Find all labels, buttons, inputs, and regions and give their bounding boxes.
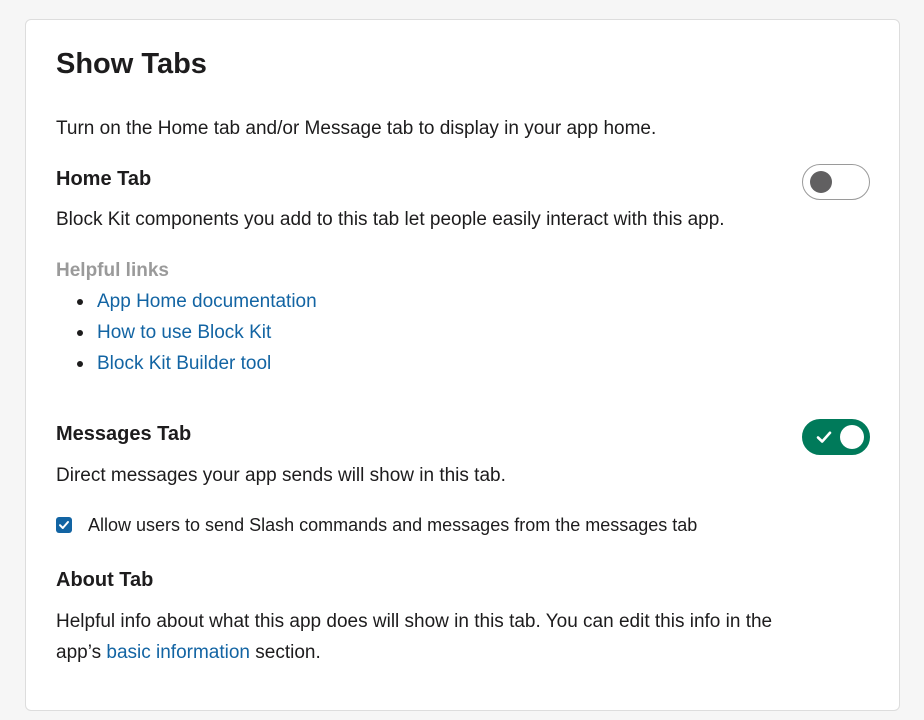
- checkmark-icon: [816, 431, 832, 443]
- list-item: App Home documentation: [56, 286, 317, 317]
- helpful-links-label: Helpful links: [56, 260, 169, 281]
- home-tab-heading: Home Tab: [56, 168, 152, 190]
- messages-tab-description: Direct messages your app sends will show…: [56, 465, 506, 486]
- about-tab-heading: About Tab: [56, 569, 154, 591]
- home-tab-toggle[interactable]: [802, 164, 870, 200]
- messages-tab-heading: Messages Tab: [56, 423, 192, 445]
- helpful-links-list: App Home documentation How to use Block …: [56, 286, 317, 379]
- toggle-knob: [810, 171, 832, 193]
- about-tab-description-line2: app’s basic information section.: [56, 637, 321, 668]
- app-home-documentation-link[interactable]: App Home documentation: [97, 291, 317, 312]
- slash-commands-checkbox[interactable]: [56, 517, 72, 533]
- about-tab-description-prefix: app’s: [56, 642, 102, 663]
- list-item: Block Kit Builder tool: [56, 348, 317, 379]
- toggle-knob: [840, 425, 864, 449]
- home-tab-description: Block Kit components you add to this tab…: [56, 209, 725, 230]
- how-to-use-block-kit-link[interactable]: How to use Block Kit: [97, 322, 271, 343]
- section-title: Show Tabs: [56, 48, 207, 80]
- section-intro: Turn on the Home tab and/or Message tab …: [56, 118, 657, 139]
- about-tab-description-line1: Helpful info about what this app does wi…: [56, 611, 773, 632]
- about-tab-description-suffix: section.: [255, 642, 321, 663]
- list-item: How to use Block Kit: [56, 317, 317, 348]
- show-tabs-card: Show Tabs Turn on the Home tab and/or Me…: [25, 19, 900, 711]
- slash-commands-checkbox-label: Allow users to send Slash commands and m…: [88, 515, 698, 535]
- basic-information-link[interactable]: basic information: [106, 642, 250, 663]
- checkmark-icon: [59, 521, 69, 529]
- block-kit-builder-tool-link[interactable]: Block Kit Builder tool: [97, 353, 271, 374]
- messages-tab-toggle[interactable]: [802, 419, 870, 455]
